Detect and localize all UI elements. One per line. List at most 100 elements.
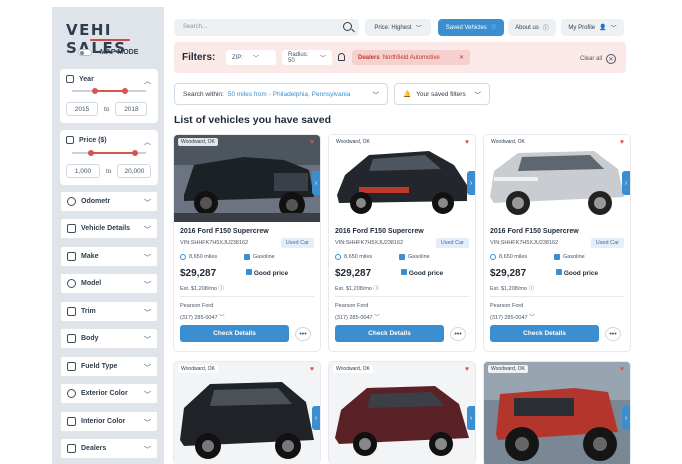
next-photo-arrow[interactable]: › [312, 406, 320, 430]
chevron-down-icon: ﹀ [319, 56, 326, 62]
vehicle-photo[interactable]: Woodward, OK ♥ › [174, 362, 320, 464]
search-within-value: 50 miles from - Philadelphia, Pennsylvan… [227, 90, 351, 98]
chevron-up-icon[interactable]: ︿ [144, 137, 151, 147]
vehicle-card[interactable]: Woodward, OK ♥ › 2016 Ford F150 Supercre… [329, 135, 475, 351]
zip-filter[interactable]: ZIP: ﹀ [226, 50, 276, 65]
range-separator: to [106, 167, 112, 175]
saved-vehicles-button[interactable]: Saved Vehicles ♡ [438, 19, 504, 36]
filter-fuel-type[interactable]: Fueld Type ﹀ [60, 356, 158, 377]
next-photo-arrow[interactable]: › [622, 171, 630, 195]
filters-title: Filters: [182, 52, 216, 63]
vehicle-photo[interactable]: Woodward, OK ♥ › [484, 135, 630, 222]
toggle-switch[interactable] [78, 49, 92, 56]
close-circle-icon: ✕ [606, 54, 616, 64]
slider-handle-max[interactable] [132, 150, 138, 156]
filter-trim[interactable]: Trim ﹀ [60, 301, 158, 322]
filter-interior-color[interactable]: Interior Color ﹀ [60, 411, 158, 432]
chevron-up-icon[interactable]: ︿ [144, 76, 151, 86]
year-max-input[interactable]: 2018 [115, 102, 148, 116]
about-us-link[interactable]: About us ⓘ [508, 19, 556, 36]
profile-label: My Profile [568, 24, 596, 31]
my-profile-menu[interactable]: My Profile 👤 ﹀ [561, 19, 624, 36]
next-photo-arrow[interactable]: › [467, 171, 475, 195]
chevron-down-icon: ﹀ [610, 26, 617, 32]
vehicle-title[interactable]: 2016 Ford F150 Supercrew [180, 228, 269, 235]
next-photo-arrow[interactable]: › [467, 406, 475, 430]
chevron-down-icon: ﹀ [144, 447, 151, 454]
filter-exterior-color[interactable]: Exterior Color ﹀ [60, 383, 158, 404]
map-mode-toggle[interactable]: MAP MODE [78, 49, 138, 56]
slider-handle-min[interactable] [88, 150, 94, 156]
filter-dealers[interactable]: Dealers ﹀ [60, 438, 158, 459]
filter-vehicle-details[interactable]: Vehicle Details ﹀ [60, 218, 158, 239]
clear-all-button[interactable]: Clear all ✕ [580, 54, 616, 64]
vehicle-card[interactable]: Woodward, OK ♥ › [329, 362, 475, 464]
vehicle-title[interactable]: 2016 Ford F150 Supercrew [335, 228, 424, 235]
more-options-icon[interactable]: ••• [295, 327, 311, 341]
next-photo-arrow[interactable]: › [622, 406, 630, 430]
car-icon [556, 269, 562, 275]
search-icon[interactable] [343, 22, 352, 31]
year-slider[interactable] [72, 88, 146, 94]
monthly-estimate: Est. $1,208/mo ⓘ [180, 284, 224, 292]
mileage-value: 8,650 miles [344, 254, 373, 260]
condition-badge: Used Car [435, 238, 469, 248]
vehicle-photo[interactable]: Woodward, OK ♥ › [174, 135, 320, 222]
mileage: 8,650 miles [335, 254, 372, 260]
info-icon[interactable]: ⓘ [529, 286, 535, 292]
main-content: Search... Price: Highest ﹀ Saved Vehicles… [174, 7, 632, 464]
year-min-input[interactable]: 2015 [66, 102, 98, 116]
more-options-icon[interactable]: ••• [605, 327, 621, 341]
saved-filters-dropdown[interactable]: 🔔 Your saved filters ﹀ [394, 83, 490, 105]
vehicle-card[interactable]: Woodward, OK ♥ › [484, 362, 630, 464]
check-details-button[interactable]: Check Details [180, 325, 289, 342]
price-max-input[interactable]: 20,000 [117, 164, 152, 178]
bell-icon[interactable] [338, 53, 345, 61]
search-bar[interactable]: Search... [174, 19, 359, 36]
vehicle-photo[interactable]: Woodward, OK ♥ › [329, 362, 475, 464]
price-slider[interactable] [72, 150, 146, 156]
radius-filter[interactable]: Radius: 50 ﹀ [282, 50, 332, 65]
vehicle-photo[interactable]: Woodward, OK ♥ › [329, 135, 475, 222]
filter-odometr[interactable]: Odometr ﹀ [60, 191, 158, 212]
price-min-input[interactable]: 1,000 [66, 164, 100, 178]
next-photo-arrow[interactable]: › [312, 171, 320, 195]
vehicle-photo[interactable]: Woodward, OK ♥ › [484, 362, 630, 464]
vehicle-card[interactable]: Woodward, OK ♥ › 2016 Ford F150 Supercre… [174, 135, 320, 351]
filter-body[interactable]: Body ﹀ [60, 328, 158, 349]
palette-icon [67, 389, 76, 398]
dealer-filter-chip[interactable]: Dealers Northfield Automotive ✕ [352, 50, 470, 65]
sort-dropdown[interactable]: Price: Highest ﹀ [365, 19, 431, 36]
vehicle-card[interactable]: Woodward, OK ♥ › [174, 362, 320, 464]
filter-make[interactable]: Make ﹀ [60, 246, 158, 267]
chevron-down-icon: ﹀ [144, 227, 151, 234]
dealer-phone[interactable]: (317) 285-0047 ﹀ [490, 313, 535, 321]
dealer-phone[interactable]: (317) 285-0047 ﹀ [335, 313, 380, 321]
vehicle-card[interactable]: Woodward, OK ♥ › 2016 Ford F150 Supercre… [484, 135, 630, 351]
sidebar: VEHI SALES MAP MODE Year ︿ 2015 to 2018 … [52, 7, 164, 464]
check-details-button[interactable]: Check Details [490, 325, 599, 342]
search-within-dropdown[interactable]: Search within: 50 miles from - Philadelp… [174, 83, 388, 105]
dealer-phone[interactable]: (317) 285-0047 ﹀ [180, 313, 225, 321]
heart-icon[interactable]: ♥ [620, 139, 624, 146]
heart-icon[interactable]: ♥ [310, 139, 314, 146]
heart-icon[interactable]: ♥ [310, 366, 314, 373]
search-input[interactable]: Search... [183, 24, 207, 30]
fuel-value: Gasoline [408, 254, 430, 260]
more-options-icon[interactable]: ••• [450, 327, 466, 341]
close-icon[interactable]: ✕ [459, 54, 464, 61]
dealer-name: Pearson Ford [490, 303, 524, 309]
slider-handle-max[interactable] [122, 88, 128, 94]
heart-icon[interactable]: ♥ [620, 366, 624, 373]
vehicle-title[interactable]: 2016 Ford F150 Supercrew [490, 228, 579, 235]
odometer-icon [180, 254, 186, 260]
filter-model[interactable]: Model ﹀ [60, 273, 158, 294]
check-details-button[interactable]: Check Details [335, 325, 444, 342]
user-icon: 👤 [599, 25, 607, 31]
slider-handle-min[interactable] [92, 88, 98, 94]
jeep-image [484, 362, 630, 464]
heart-icon[interactable]: ♥ [465, 139, 469, 146]
info-icon[interactable]: ⓘ [219, 286, 225, 292]
heart-icon[interactable]: ♥ [465, 366, 469, 373]
info-icon[interactable]: ⓘ [374, 286, 380, 292]
